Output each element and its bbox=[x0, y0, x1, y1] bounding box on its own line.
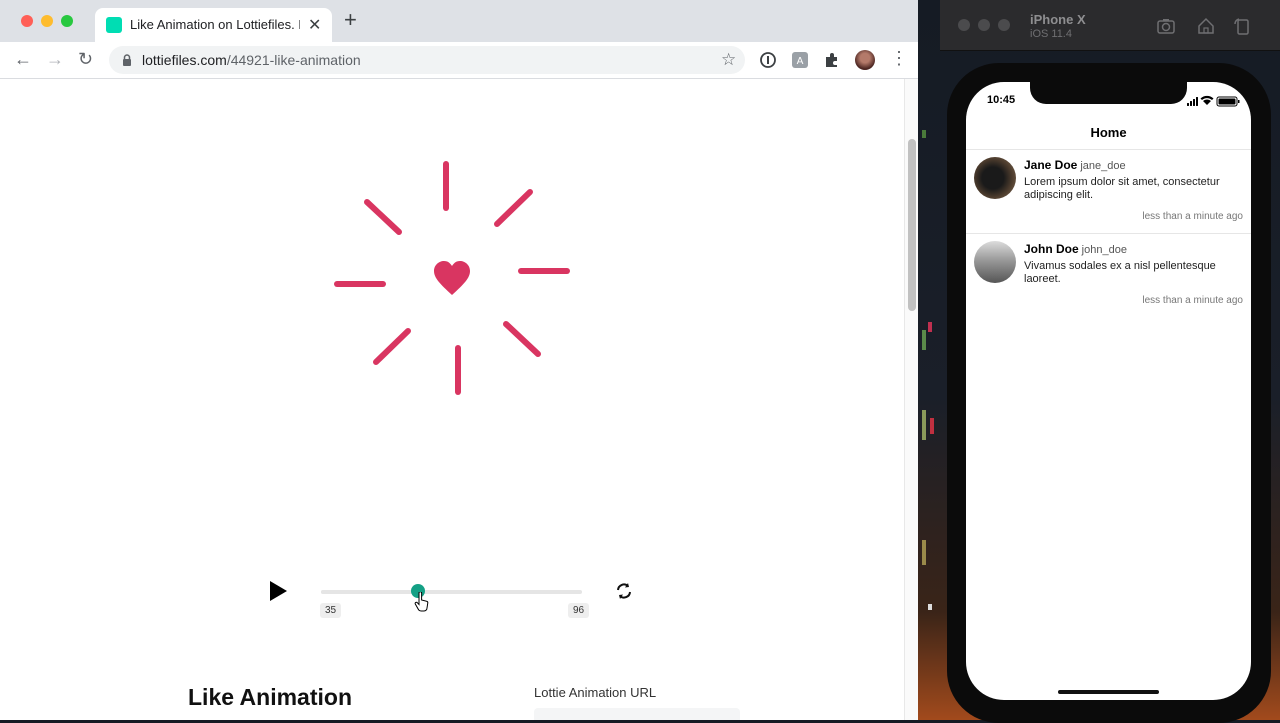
address-bar[interactable]: lottiefiles.com/44921-like-animation ☆ bbox=[109, 46, 745, 74]
tab-title: Like Animation on Lottiefiles. F bbox=[130, 17, 300, 32]
tab-strip: Like Animation on Lottiefiles. F ✕ + bbox=[0, 0, 918, 42]
status-bar-time: 10:45 bbox=[987, 94, 1016, 106]
forward-icon[interactable]: → bbox=[46, 49, 64, 69]
back-icon[interactable]: ← bbox=[14, 49, 32, 69]
post-author-handle: jane_doe bbox=[1080, 160, 1126, 172]
profile-avatar[interactable] bbox=[855, 50, 875, 70]
battery-icon bbox=[1216, 96, 1240, 107]
nav-bar-title: Home bbox=[1090, 125, 1127, 140]
heart-icon bbox=[434, 261, 470, 295]
list-item[interactable]: Jane Doe jane_doe Lorem ipsum dolor sit a… bbox=[966, 150, 1251, 234]
wifi-icon bbox=[1200, 95, 1214, 105]
post-timestamp: less than a minute ago bbox=[1142, 295, 1243, 306]
browser-menu-icon[interactable]: ⋮ bbox=[890, 48, 908, 68]
simulator-maximize-button[interactable] bbox=[998, 19, 1010, 31]
post-author-name: Jane Doe bbox=[1024, 158, 1078, 172]
like-animation-preview bbox=[334, 161, 570, 395]
lottie-url-field[interactable] bbox=[534, 708, 740, 720]
post-text: Vivamus sodales ex a nisl pellentesque l… bbox=[1024, 260, 1216, 285]
browser-toolbar: ← → ↻ lottiefiles.com/44921-like-animati… bbox=[0, 42, 918, 79]
simulator-device-name: iPhone X bbox=[1030, 12, 1086, 27]
extension-badge-icon[interactable]: A bbox=[791, 51, 809, 69]
seek-slider[interactable] bbox=[321, 584, 582, 598]
maximize-window-button[interactable] bbox=[61, 15, 73, 27]
browser-window: Like Animation on Lottiefiles. F ✕ + ← →… bbox=[0, 0, 918, 720]
url-path: /44921-like-animation bbox=[226, 52, 361, 68]
bookmark-star-icon[interactable]: ☆ bbox=[721, 50, 736, 70]
loop-icon[interactable] bbox=[614, 581, 634, 601]
status-bar-icons bbox=[1187, 95, 1240, 107]
signal-icon bbox=[1187, 97, 1198, 106]
play-icon[interactable] bbox=[268, 580, 288, 602]
post-author-name: John Doe bbox=[1024, 242, 1079, 256]
home-indicator[interactable] bbox=[1058, 690, 1159, 694]
url-host: lottiefiles.com bbox=[142, 52, 227, 68]
page-scrollbar[interactable] bbox=[904, 79, 918, 720]
animation-player: 35 96 bbox=[260, 570, 660, 630]
minimize-window-button[interactable] bbox=[41, 15, 53, 27]
seek-progress bbox=[321, 590, 418, 594]
post-author: Jane Doe jane_doe bbox=[1024, 158, 1126, 172]
simulator-minimize-button[interactable] bbox=[978, 19, 990, 31]
reload-icon[interactable]: ↻ bbox=[78, 49, 93, 69]
post-author: John Doe john_doe bbox=[1024, 242, 1127, 256]
tab-lottiefiles[interactable]: Like Animation on Lottiefiles. F ✕ bbox=[95, 8, 332, 42]
mouse-cursor-hand-icon bbox=[414, 592, 429, 612]
iphone-notch bbox=[1030, 82, 1187, 104]
simulator-close-button[interactable] bbox=[958, 19, 970, 31]
post-text: Lorem ipsum dolor sit amet, consectetur … bbox=[1024, 176, 1220, 201]
frame-start-badge: 35 bbox=[320, 603, 342, 618]
lottie-url-label: Lottie Animation URL bbox=[534, 685, 657, 700]
tab-close-icon[interactable]: ✕ bbox=[308, 15, 321, 35]
new-tab-icon[interactable]: + bbox=[344, 9, 357, 31]
lock-icon bbox=[123, 54, 131, 66]
post-timestamp: less than a minute ago bbox=[1142, 211, 1243, 222]
post-author-handle: john_doe bbox=[1081, 244, 1127, 256]
animation-title: Like Animation bbox=[188, 684, 352, 710]
home-icon[interactable] bbox=[1196, 16, 1216, 36]
simulator-os-version: iOS 11.4 bbox=[1030, 28, 1072, 40]
list-item[interactable]: John Doe john_doe Vivamus sodales ex a ni… bbox=[966, 234, 1251, 318]
svg-text:A: A bbox=[797, 56, 804, 67]
avatar bbox=[974, 241, 1016, 283]
iphone-screen: 10:45 Home Jane Doe jane_doe Lorem ipsum … bbox=[966, 82, 1251, 700]
info-extension-icon[interactable] bbox=[759, 51, 777, 69]
lottiefiles-favicon-icon bbox=[106, 17, 122, 33]
simulator-titlebar bbox=[940, 0, 1280, 51]
screenshot-icon[interactable] bbox=[1156, 16, 1176, 36]
close-window-button[interactable] bbox=[21, 15, 33, 27]
frame-end-badge: 96 bbox=[568, 603, 590, 618]
avatar bbox=[974, 157, 1016, 199]
rotate-icon[interactable] bbox=[1232, 16, 1252, 36]
scrollbar-thumb[interactable] bbox=[908, 139, 916, 311]
extensions-puzzle-icon[interactable] bbox=[823, 51, 841, 69]
url-text: lottiefiles.com/44921-like-animation bbox=[142, 52, 361, 68]
